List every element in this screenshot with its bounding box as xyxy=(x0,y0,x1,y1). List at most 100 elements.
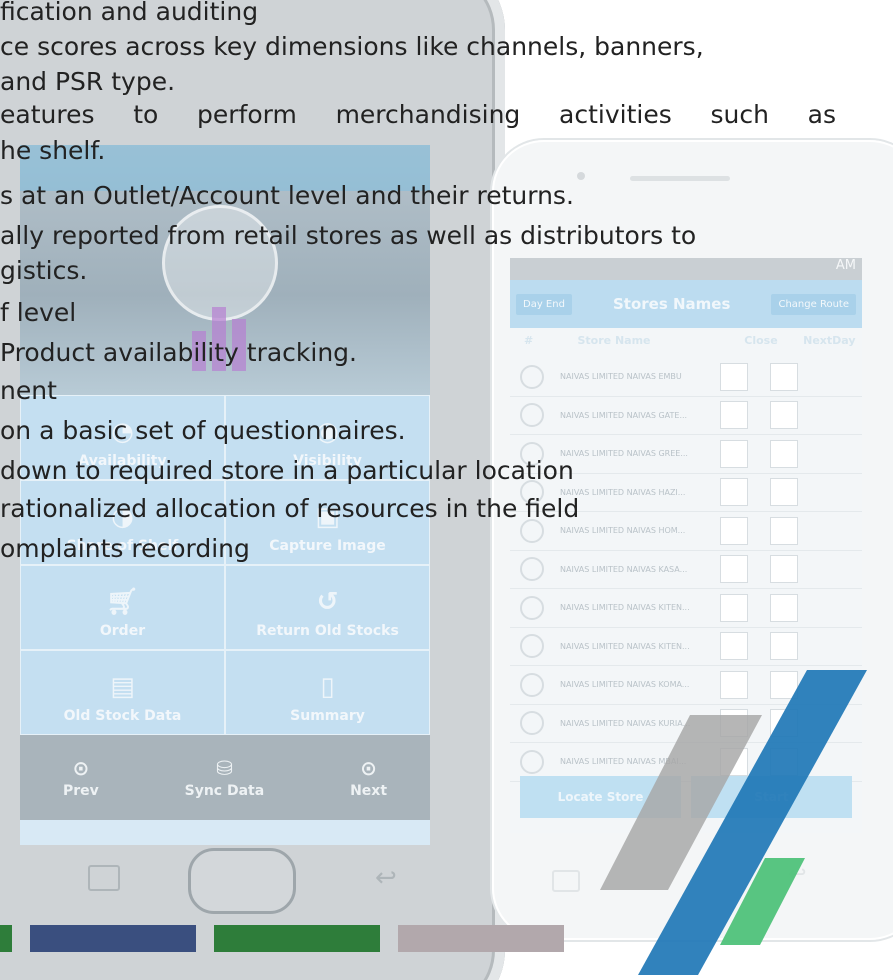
text-line: ce scores across key dimensions like cha… xyxy=(0,32,704,61)
status-bar: AM xyxy=(510,258,862,280)
store-radio[interactable] xyxy=(520,403,544,428)
justified-word: such xyxy=(710,100,769,129)
page-title: Stores Names xyxy=(613,295,731,313)
text-line: he shelf. xyxy=(0,136,106,165)
bottom-nav: ⊙ Prev ⛁ Sync Data ⊙ Next xyxy=(20,735,430,820)
menu-label: Return Old Stocks xyxy=(256,623,399,639)
store-name: NAIVAS LIMITED NAIVAS HAZI... xyxy=(560,487,686,497)
earpiece-speaker xyxy=(630,176,730,181)
close-checkbox[interactable] xyxy=(720,362,748,391)
justified-word: as xyxy=(807,100,836,129)
nextday-checkbox[interactable] xyxy=(770,593,798,622)
strip-green-small xyxy=(0,925,12,952)
store-radio[interactable] xyxy=(520,749,544,774)
change-route-button[interactable]: Change Route xyxy=(771,293,856,315)
justified-words: eatures to perform merchandising activities s… xyxy=(0,100,836,129)
close-checkbox[interactable] xyxy=(720,516,748,545)
store-radio[interactable] xyxy=(520,595,544,620)
column-header: NextDay xyxy=(803,334,856,347)
strip-mauve xyxy=(398,925,564,952)
next-button[interactable]: ⊙ Next xyxy=(350,756,387,799)
menu-order[interactable]: 🛒︎ Order xyxy=(20,565,225,650)
menu-label: Order xyxy=(99,623,146,639)
back-arrow-icon: ↩ xyxy=(375,863,397,893)
text-line: omplaints recording xyxy=(0,534,250,563)
table-row[interactable]: NAIVAS LIMITED NAIVAS KITEN... xyxy=(510,589,862,628)
text-line: gistics. xyxy=(0,256,88,285)
menu-label: Old Stock Data xyxy=(63,708,182,724)
menu-old-stock-data[interactable]: ▤ Old Stock Data xyxy=(20,650,225,735)
nav-label: Prev xyxy=(62,783,99,799)
menu-summary[interactable]: ▯ Summary xyxy=(225,650,430,735)
table-row[interactable]: NAIVAS LIMITED NAIVAS GATE... xyxy=(510,397,862,435)
store-radio[interactable] xyxy=(520,711,544,736)
text-line: down to required store in a particular l… xyxy=(0,456,574,485)
stores-appbar: Day End Stores Names Change Route xyxy=(510,280,862,328)
text-line: nent xyxy=(0,376,57,405)
column-header: Store Name xyxy=(577,334,651,347)
database-icon: ⛁ xyxy=(216,756,233,780)
text-line: rationalized allocation of resources in … xyxy=(0,494,580,523)
cart-icon: 🛒︎ xyxy=(105,587,139,617)
nextday-checkbox[interactable] xyxy=(770,632,798,661)
text-line: fication and auditing xyxy=(0,0,259,26)
text-line: and PSR type. xyxy=(0,67,176,96)
text-line: Product availability tracking. xyxy=(0,338,357,367)
store-radio[interactable] xyxy=(520,557,544,582)
store-radio[interactable] xyxy=(520,672,544,697)
table-row[interactable]: NAIVAS LIMITED NAIVAS KASA... xyxy=(510,551,862,589)
document-icon: ▯ xyxy=(320,672,335,702)
prev-button[interactable]: ⊙ Prev xyxy=(63,756,99,799)
gray-home-button xyxy=(188,848,296,914)
text-line: f level xyxy=(0,298,77,327)
menu-label: Summary xyxy=(290,708,365,724)
next-icon: ⊙ xyxy=(360,756,377,780)
justified-word: perform xyxy=(197,100,297,129)
nav-label: Next xyxy=(350,783,388,799)
stores-table-header: # Store Name Close NextDay xyxy=(510,334,862,356)
justified-word: activities xyxy=(559,100,672,129)
strip-green xyxy=(214,925,380,952)
strip-navy xyxy=(30,925,196,952)
table-row[interactable]: NAIVAS LIMITED NAIVAS KITEN... xyxy=(510,628,862,666)
sync-data-button[interactable]: ⛁ Sync Data xyxy=(185,756,265,799)
nextday-checkbox[interactable] xyxy=(770,439,798,468)
nextday-checkbox[interactable] xyxy=(770,555,798,584)
text-line: ally reported from retail stores as well… xyxy=(0,221,697,250)
front-camera xyxy=(577,172,585,180)
decorative-parallelograms xyxy=(600,670,867,975)
close-checkbox[interactable] xyxy=(720,439,748,468)
stack-icon: ▤ xyxy=(110,672,135,702)
close-checkbox[interactable] xyxy=(720,593,748,622)
close-checkbox[interactable] xyxy=(720,401,748,430)
nav-label: Sync Data xyxy=(184,783,265,799)
day-end-button[interactable]: Day End xyxy=(516,293,572,315)
menu-return-old-stocks[interactable]: ↺ Return Old Stocks xyxy=(225,565,430,650)
store-name: NAIVAS LIMITED NAIVAS HOM... xyxy=(560,526,686,536)
justified-word: eatures xyxy=(0,100,95,129)
justified-text-line: eatures to perform merchandising activities s… xyxy=(0,100,836,129)
nextday-checkbox[interactable] xyxy=(770,362,798,391)
recent-apps-icon xyxy=(552,870,580,892)
recent-apps-icon xyxy=(88,865,120,891)
text-line: on a basic set of questionnaires. xyxy=(0,416,406,445)
nextday-checkbox[interactable] xyxy=(770,516,798,545)
close-checkbox[interactable] xyxy=(720,478,748,507)
nextday-checkbox[interactable] xyxy=(770,478,798,507)
store-radio[interactable] xyxy=(520,634,544,659)
close-checkbox[interactable] xyxy=(720,555,748,584)
return-icon: ↺ xyxy=(316,587,339,617)
nextday-checkbox[interactable] xyxy=(770,401,798,430)
menu-label: Capture Image xyxy=(269,538,386,554)
store-name: NAIVAS LIMITED NAIVAS KITEN... xyxy=(560,641,690,651)
promo-canvas: ◔ Availability ◉ Visibility ◑ Share of S… xyxy=(0,0,893,980)
table-row[interactable]: NAIVAS LIMITED NAIVAS EMBU xyxy=(510,358,862,397)
store-name: NAIVAS LIMITED NAIVAS GREE... xyxy=(560,449,688,459)
column-header: Close xyxy=(744,334,778,347)
justified-word: merchandising xyxy=(335,100,521,129)
store-name: NAIVAS LIMITED NAIVAS GATE... xyxy=(560,410,688,420)
store-name: NAIVAS LIMITED NAIVAS EMBU xyxy=(560,372,682,382)
store-radio[interactable] xyxy=(520,364,544,389)
close-checkbox[interactable] xyxy=(720,632,748,661)
prev-icon: ⊙ xyxy=(72,756,90,780)
